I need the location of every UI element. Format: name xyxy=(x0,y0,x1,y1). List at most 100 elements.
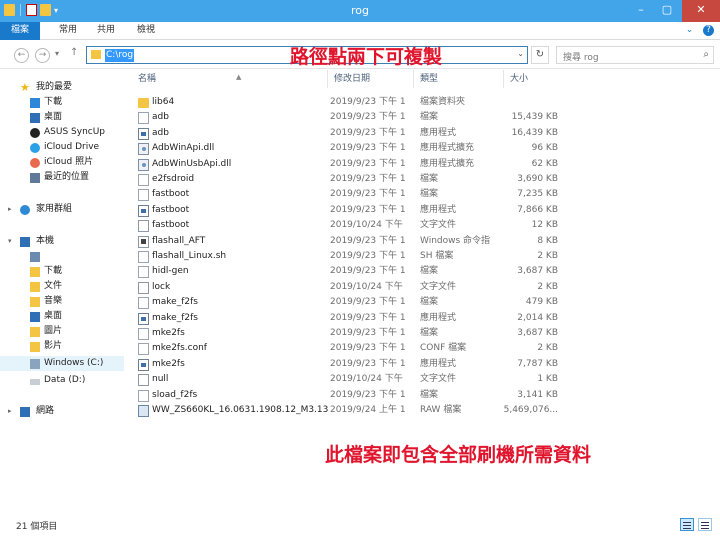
file-row[interactable]: AdbWinApi.dll 2019/9/23 下午 1... 應用程式擴充 96 K… xyxy=(134,141,560,156)
sidebar-item-drive-d[interactable]: Data (D:) xyxy=(0,373,124,388)
file-row[interactable]: fastboot 2019/9/23 下午 1... 檔案 7,235 KB xyxy=(134,187,560,202)
file-row[interactable]: AdbWinUsbApi.dll 2019/9/23 下午 1... 應用程式擴充 6… xyxy=(134,157,560,172)
sidebar-item-drive-c[interactable]: Windows (C:) xyxy=(0,356,124,371)
file-date: 2019/9/23 下午 1... xyxy=(330,235,406,246)
cmd-icon xyxy=(138,235,149,248)
sidebar-item-music[interactable]: 音樂 xyxy=(0,294,124,309)
documents-folder-icon xyxy=(30,282,40,292)
sidebar-item-pictures[interactable]: 圖片 xyxy=(0,324,124,339)
sidebar-favorites[interactable]: ★ 我的最愛 xyxy=(0,80,124,95)
tab-share[interactable]: 共用 xyxy=(88,22,124,40)
chevron-right-icon[interactable]: ▸ xyxy=(8,202,12,217)
chevron-right-icon[interactable]: ▸ xyxy=(8,404,12,419)
file-size: 16,439 KB xyxy=(511,127,558,138)
file-row[interactable]: mke2fs 2019/9/23 下午 1... 應用程式 7,787 KB xyxy=(134,357,560,372)
back-button[interactable]: ← xyxy=(14,48,29,63)
file-date: 2019/9/23 下午 1... xyxy=(330,97,406,107)
file-row[interactable]: adb 2019/9/23 下午 1... 檔案 15,439 KB xyxy=(134,110,560,125)
tab-view[interactable]: 檢視 xyxy=(128,22,164,40)
file-row[interactable]: hidl-gen 2019/9/23 下午 1... 檔案 3,687 KB xyxy=(134,264,560,279)
file-row[interactable]: e2fsdroid 2019/9/23 下午 1... 檔案 3,690 KB xyxy=(134,172,560,187)
file-type: 應用程式 xyxy=(420,204,457,215)
file-row[interactable]: WW_ZS660KL_16.0631.1908.12_M3.13... 2019/… xyxy=(134,403,560,418)
sidebar-network[interactable]: ▸ 網路 xyxy=(0,404,124,419)
tab-file[interactable]: 檔案 xyxy=(0,22,40,40)
file-type: 應用程式 xyxy=(420,127,457,138)
tab-home[interactable]: 常用 xyxy=(50,22,86,40)
file-row[interactable]: fastboot 2019/10/24 下午 ... 文字文件 12 KB xyxy=(134,218,560,233)
forward-button[interactable]: → xyxy=(35,48,50,63)
sidebar-item-device[interactable] xyxy=(0,249,124,264)
file-name: AdbWinUsbApi.dll xyxy=(152,158,232,169)
file-row[interactable]: null 2019/10/24 下午 ... 文字文件 1 KB xyxy=(134,372,560,387)
icloud-icon xyxy=(30,143,40,153)
file-row[interactable]: make_f2fs 2019/9/23 下午 1... 檔案 479 KB xyxy=(134,295,560,310)
address-path[interactable]: C:\rog xyxy=(105,49,135,62)
file-name: lock xyxy=(152,281,171,292)
sidebar-item-pc-downloads[interactable]: 下載 xyxy=(0,264,124,279)
sidebar-this-pc[interactable]: ▾ 本機 xyxy=(0,234,124,249)
file-row[interactable]: flashall_AFT 2019/9/23 下午 1... Windows 命令指… xyxy=(134,234,560,249)
chevron-down-icon[interactable]: ⌄ xyxy=(517,49,524,58)
refresh-button[interactable]: ↻ xyxy=(531,46,549,64)
file-date: 2019/10/24 下午 ... xyxy=(330,220,406,231)
sidebar-item-recent-places[interactable]: 最近的位置 xyxy=(0,170,124,185)
file-date: 2019/9/23 下午 1... xyxy=(330,358,406,369)
sidebar-item-desktop[interactable]: 桌面 xyxy=(0,110,124,125)
sidebar-item-pc-desktop[interactable]: 桌面 xyxy=(0,309,124,324)
file-type: 檔案資料夾 xyxy=(420,97,466,107)
file-row[interactable]: mke2fs 2019/9/23 下午 1... 檔案 3,687 KB xyxy=(134,326,560,341)
file-row[interactable]: lock 2019/10/24 下午 ... 文字文件 2 KB xyxy=(134,280,560,295)
file-date: 2019/9/23 下午 1... xyxy=(330,174,406,184)
details-view-icon[interactable] xyxy=(680,518,694,531)
file-size: 7,866 KB xyxy=(517,204,558,215)
file-type: 應用程式 xyxy=(420,312,457,323)
search-icon[interactable]: ⌕ xyxy=(703,49,709,60)
sidebar-item-downloads[interactable]: 下載 xyxy=(0,95,124,110)
maximize-button[interactable]: ▢ xyxy=(654,0,680,22)
sidebar-item-documents[interactable]: 文件 xyxy=(0,279,124,294)
windows-drive-icon xyxy=(30,359,40,369)
sidebar-homegroup[interactable]: ▸ 家用群組 xyxy=(0,202,124,217)
file-date: 2019/9/23 下午 1... xyxy=(330,158,406,169)
file-row[interactable]: make_f2fs 2019/9/23 下午 1... 應用程式 2,014 KB xyxy=(134,311,560,326)
file-date: 2019/9/23 下午 1... xyxy=(330,297,406,308)
drive-icon xyxy=(30,379,40,385)
recent-locations-icon[interactable]: ▾ xyxy=(55,49,59,58)
file-row[interactable]: sload_f2fs 2019/9/23 下午 1... 檔案 3,141 KB xyxy=(134,388,560,403)
sidebar-item-icloud-drive[interactable]: iCloud Drive xyxy=(0,140,124,155)
column-header-date[interactable]: 修改日期 xyxy=(330,70,414,88)
sidebar-item-asus-syncup[interactable]: ASUS SyncUp xyxy=(0,125,124,140)
sidebar-item-icloud-photos[interactable]: iCloud 照片 xyxy=(0,155,124,170)
large-icons-view-icon[interactable] xyxy=(698,518,712,531)
file-date: 2019/9/23 下午 1... xyxy=(330,251,406,261)
file-row[interactable]: mke2fs.conf 2019/9/23 下午 1... CONF 檔案 2 KB xyxy=(134,341,560,356)
file-row[interactable]: lib64 2019/9/23 下午 1... 檔案資料夾 xyxy=(134,95,560,110)
minimize-button[interactable]: – xyxy=(628,0,654,22)
path-annotation: 路徑點兩下可複製 xyxy=(290,46,443,68)
chevron-down-icon[interactable]: ▾ xyxy=(8,234,12,249)
file-date: 2019/9/23 下午 1... xyxy=(330,343,406,354)
close-button[interactable]: ✕ xyxy=(682,0,720,22)
sort-up-icon: ▲ xyxy=(236,73,242,81)
up-button[interactable]: ↑ xyxy=(70,47,78,58)
file-row[interactable]: flashall_Linux.sh 2019/9/23 下午 1... SH 檔案 2… xyxy=(134,249,560,264)
chevron-down-icon[interactable]: ⌄ xyxy=(684,25,695,36)
file-row[interactable]: fastboot 2019/9/23 下午 1... 應用程式 7,866 KB xyxy=(134,203,560,218)
desktop-icon xyxy=(30,312,40,322)
file-type: 應用程式 xyxy=(420,358,457,369)
recent-places-icon xyxy=(30,173,40,183)
file-type: Windows 命令指... xyxy=(420,235,490,246)
navigation-pane: ★ 我的最愛 下載 桌面 ASUS SyncUp iCloud Drive iC… xyxy=(0,70,124,515)
file-icon xyxy=(138,266,149,279)
column-header-name[interactable]: 名稱 ▲ xyxy=(134,70,328,88)
help-icon[interactable]: ? xyxy=(703,25,714,36)
window-title: rog xyxy=(351,4,369,17)
file-name: mke2fs.conf xyxy=(152,343,207,354)
column-header-size[interactable]: 大小 xyxy=(506,70,562,88)
search-input[interactable]: 搜尋 rog ⌕ xyxy=(556,46,714,64)
column-header-type[interactable]: 類型 xyxy=(416,70,504,88)
file-date: 2019/10/24 下午 ... xyxy=(330,281,406,292)
file-row[interactable]: adb 2019/9/23 下午 1... 應用程式 16,439 KB xyxy=(134,126,560,141)
sidebar-item-videos[interactable]: 影片 xyxy=(0,339,124,354)
